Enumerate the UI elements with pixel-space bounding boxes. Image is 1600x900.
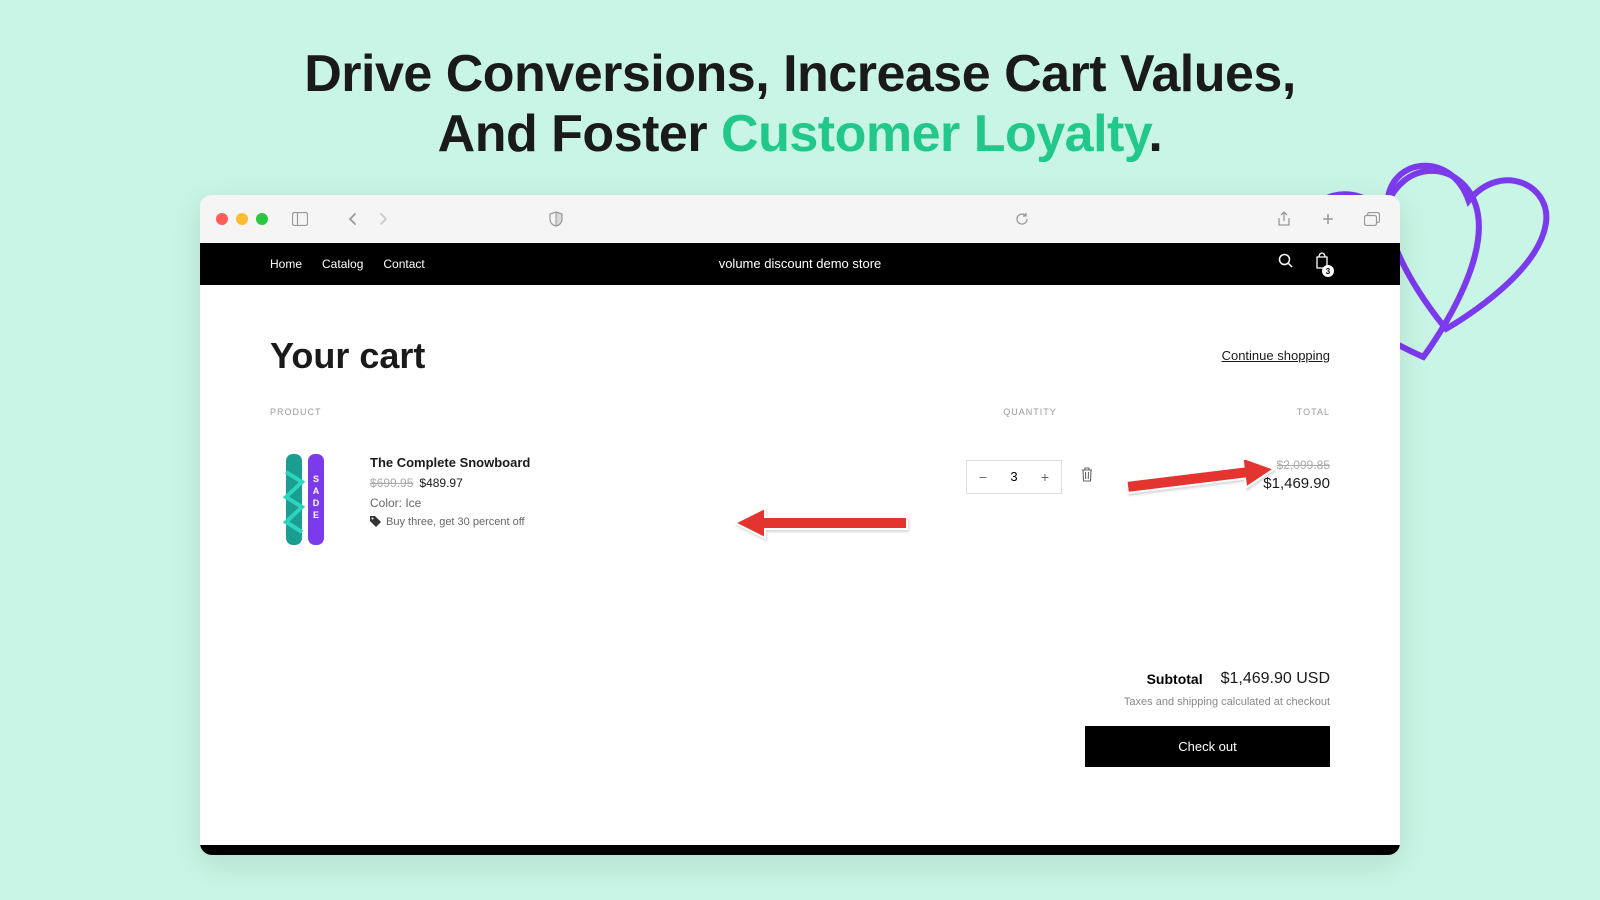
store-title: volume discount demo store: [719, 256, 882, 271]
nav-contact[interactable]: Contact: [383, 257, 424, 271]
cart-badge: 3: [1322, 265, 1334, 277]
headline-text: Drive Conversions, Increase Cart Values,…: [0, 45, 1600, 165]
new-tab-icon[interactable]: [1316, 207, 1340, 231]
remove-item-button[interactable]: [1080, 467, 1094, 487]
sidebar-icon[interactable]: [288, 207, 312, 231]
marketing-headline: Drive Conversions, Increase Cart Values,…: [0, 0, 1600, 195]
cart-item: S A D E The Complete Snowboard $699.95 $4…: [270, 450, 1330, 550]
header-icons: 3: [1278, 252, 1330, 275]
browser-window: Home Catalog Contact volume discount dem…: [200, 195, 1400, 855]
continue-shopping-link[interactable]: Continue shopping: [1222, 348, 1330, 363]
col-product: PRODUCT: [270, 407, 930, 417]
nav-links: Home Catalog Contact: [270, 257, 425, 271]
product-name: The Complete Snowboard: [370, 455, 530, 470]
nav-catalog[interactable]: Catalog: [322, 257, 363, 271]
browser-toolbar: [200, 195, 1400, 243]
minimize-window-button[interactable]: [236, 213, 248, 225]
annotation-arrow-left: [735, 505, 910, 541]
discount-text: Buy three, get 30 percent off: [386, 516, 525, 528]
discount-tag: Buy three, get 30 percent off: [370, 516, 530, 528]
svg-text:A: A: [313, 486, 320, 496]
quantity-decrease-button[interactable]: −: [967, 461, 999, 493]
search-icon[interactable]: [1278, 253, 1294, 274]
shield-icon[interactable]: [544, 207, 568, 231]
forward-icon[interactable]: [372, 207, 396, 231]
share-icon[interactable]: [1272, 207, 1296, 231]
tag-icon: [370, 516, 381, 527]
subtotal-label: Subtotal: [1147, 671, 1203, 687]
tax-note: Taxes and shipping calculated at checkou…: [270, 696, 1330, 708]
cart-columns-header: PRODUCT QUANTITY TOTAL: [270, 407, 1330, 425]
refresh-icon[interactable]: [1010, 207, 1034, 231]
window-controls: [216, 213, 268, 225]
col-quantity: QUANTITY: [930, 407, 1130, 417]
cart-icon[interactable]: 3: [1314, 252, 1330, 275]
product-variant: Color: Ice: [370, 496, 530, 510]
subtotal-value: $1,469.90 USD: [1221, 670, 1330, 688]
tabs-icon[interactable]: [1360, 207, 1384, 231]
product-image: S A D E: [270, 450, 340, 550]
svg-text:D: D: [313, 498, 320, 508]
quantity-increase-button[interactable]: +: [1029, 461, 1061, 493]
product-price: $699.95 $489.97: [370, 476, 530, 490]
back-icon[interactable]: [340, 207, 364, 231]
cart-footer: Subtotal $1,469.90 USD Taxes and shippin…: [270, 670, 1330, 767]
svg-text:S: S: [313, 474, 319, 484]
svg-text:E: E: [313, 510, 319, 520]
quantity-value: 3: [999, 469, 1029, 484]
annotation-arrow-right: [1125, 460, 1275, 502]
col-total: TOTAL: [1130, 407, 1330, 417]
cart-page: Your cart Continue shopping PRODUCT QUAN…: [200, 285, 1400, 845]
quantity-control: − 3 +: [966, 460, 1062, 494]
checkout-button[interactable]: Check out: [1085, 726, 1330, 767]
page-title: Your cart: [270, 335, 425, 377]
price-original: $699.95: [370, 476, 413, 490]
maximize-window-button[interactable]: [256, 213, 268, 225]
bottom-bar: [200, 845, 1400, 855]
price-discounted: $489.97: [419, 476, 462, 490]
close-window-button[interactable]: [216, 213, 228, 225]
store-header: Home Catalog Contact volume discount dem…: [200, 243, 1400, 285]
nav-home[interactable]: Home: [270, 257, 302, 271]
